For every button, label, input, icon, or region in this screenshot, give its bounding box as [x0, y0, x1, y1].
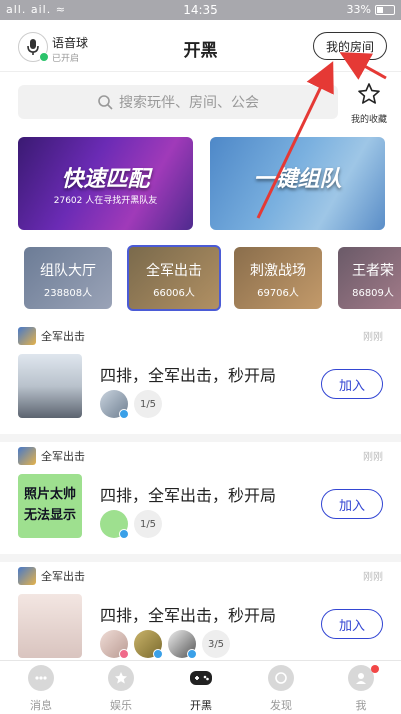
game-icon: [18, 327, 36, 345]
one-click-team-banner[interactable]: 一键组队: [210, 137, 385, 230]
tab-label: 娱乐: [110, 699, 132, 712]
battery-percent: 33%: [346, 3, 371, 16]
verified-icon: [119, 409, 129, 419]
category-card-selected[interactable]: 全军出击 66006人: [127, 245, 221, 311]
avatar: [134, 630, 163, 659]
tab-me[interactable]: 我: [321, 665, 401, 713]
category-count: 69706人: [257, 288, 299, 299]
bottom-tab-bar: 消息 娱乐 开黑 发现 我: [0, 660, 401, 714]
category-count: 86809人: [352, 288, 394, 299]
category-name: 组队大厅: [40, 263, 96, 279]
member-avatars: 1/5: [100, 510, 162, 539]
list-item[interactable]: 全军出击 刚刚 四排，全军出击，秒开局 1/5 加入: [0, 322, 401, 442]
category-name: 全军出击: [146, 263, 202, 279]
message-icon: [28, 665, 54, 691]
banner-title: 快速匹配: [61, 167, 150, 192]
avatar: [100, 630, 129, 659]
game-icon: [18, 447, 36, 465]
tab-entertainment[interactable]: 娱乐: [81, 665, 161, 713]
category-count: 66006人: [153, 288, 195, 299]
banner-subtitle: 27602 人在寻找开黑队友: [53, 196, 158, 206]
notification-dot: [371, 665, 379, 673]
tab-label: 消息: [30, 699, 52, 712]
join-button[interactable]: 加入: [321, 369, 383, 399]
game-name: 全军出击: [41, 570, 85, 583]
category-count: 238808人: [43, 288, 93, 299]
tab-messages[interactable]: 消息: [1, 665, 81, 713]
battery-icon: [375, 4, 395, 15]
search-placeholder: 搜索玩伴、房间、公会: [119, 95, 259, 111]
room-thumbnail: [18, 354, 82, 418]
search-icon: [98, 95, 113, 110]
tab-label: 开黑: [190, 699, 212, 712]
room-title: 四排，全军出击，秒开局: [100, 486, 277, 505]
avatar: [100, 510, 129, 539]
clock: 14:35: [183, 3, 218, 17]
slot-count: 3/5: [202, 630, 230, 658]
tab-label: 我: [355, 699, 367, 712]
favorites-label: 我的收藏: [350, 115, 387, 125]
category-name: 刺激战场: [250, 263, 306, 279]
verified-icon: [187, 649, 197, 659]
list-item[interactable]: 全军出击 刚刚 照片太帅无法显示 四排，全军出击，秒开局 1/5 加入: [0, 442, 401, 562]
my-room-button[interactable]: 我的房间: [313, 32, 387, 60]
avatar: [100, 390, 129, 419]
favorites-button[interactable]: 我的收藏: [345, 82, 393, 125]
game-name: 全军出击: [41, 330, 85, 343]
room-thumbnail: 照片太帅无法显示: [18, 474, 82, 538]
category-card[interactable]: 组队大厅 238808人: [24, 247, 112, 309]
star-mic-icon: [108, 665, 134, 691]
room-title: 四排，全军出击，秒开局: [100, 366, 277, 385]
search-bar[interactable]: 搜索玩伴、房间、公会: [18, 85, 338, 119]
list-item[interactable]: 全军出击 刚刚 四排，全军出击，秒开局 3/5 加入: [0, 562, 401, 660]
room-title: 四排，全军出击，秒开局: [100, 606, 277, 625]
tab-label: 发现: [270, 699, 292, 712]
header: 语音球 已开启 开黑 我的房间: [0, 20, 401, 72]
category-row: 组队大厅 238808人 全军出击 66006人 刺激战场 69706人 王者荣…: [0, 245, 401, 311]
star-icon: [358, 83, 380, 104]
avatar: [168, 630, 197, 659]
verified-icon: [119, 529, 129, 539]
game-icon: [18, 567, 36, 585]
join-button[interactable]: 加入: [321, 609, 383, 639]
category-card[interactable]: 刺激战场 69706人: [234, 247, 322, 309]
tab-discover[interactable]: 发现: [241, 665, 321, 713]
quick-match-banner[interactable]: 快速匹配 27602 人在寻找开黑队友: [18, 137, 193, 230]
banner-title: 一键组队: [253, 167, 342, 192]
game-name: 全军出击: [41, 450, 85, 463]
category-card[interactable]: 王者荣 86809人: [338, 247, 401, 309]
slot-count: 1/5: [134, 390, 162, 418]
join-button[interactable]: 加入: [321, 489, 383, 519]
verified-icon: [153, 649, 163, 659]
room-thumbnail: [18, 594, 82, 658]
tab-play-together[interactable]: 开黑: [161, 665, 241, 713]
gender-icon: [119, 649, 129, 659]
member-avatars: 3/5: [100, 630, 230, 659]
gamepad-icon: [188, 665, 214, 691]
slot-count: 1/5: [134, 510, 162, 538]
post-time: 刚刚: [363, 332, 383, 343]
category-name: 王者荣: [352, 263, 394, 279]
member-avatars: 1/5: [100, 390, 162, 419]
status-bar: all. ail. ≈ 14:35 33%: [0, 0, 401, 20]
post-time: 刚刚: [363, 452, 383, 463]
discover-icon: [268, 665, 294, 691]
post-time: 刚刚: [363, 572, 383, 583]
